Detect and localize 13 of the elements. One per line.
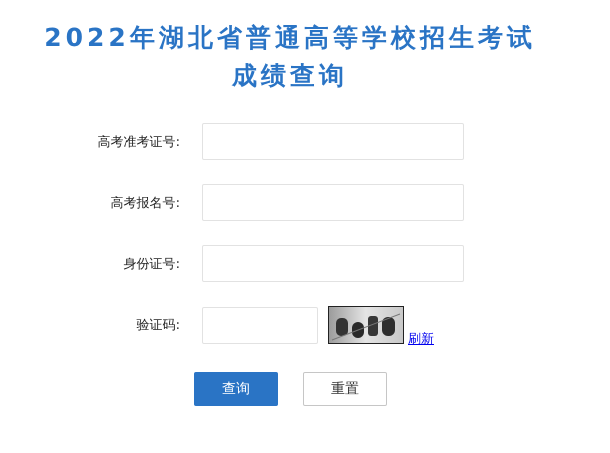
input-field[interactable]	[202, 184, 464, 221]
refresh-link[interactable]: 刷新	[408, 332, 434, 347]
field-label: 高考准考证号:	[96, 134, 180, 150]
input-field[interactable]	[202, 245, 464, 282]
field-label: 高考报名号:	[110, 194, 180, 212]
field-label: 验证码:	[136, 317, 180, 334]
reset-button[interactable]: 重置	[303, 372, 387, 406]
input-field[interactable]	[202, 123, 464, 160]
page-title: 成绩查询	[232, 60, 348, 92]
field-label: 身份证号:	[122, 256, 180, 272]
page-title: 2022年湖北省普通高等学校招生考试	[44, 22, 536, 54]
query-button[interactable]: 查询	[194, 372, 278, 406]
input-field[interactable]	[202, 307, 318, 344]
